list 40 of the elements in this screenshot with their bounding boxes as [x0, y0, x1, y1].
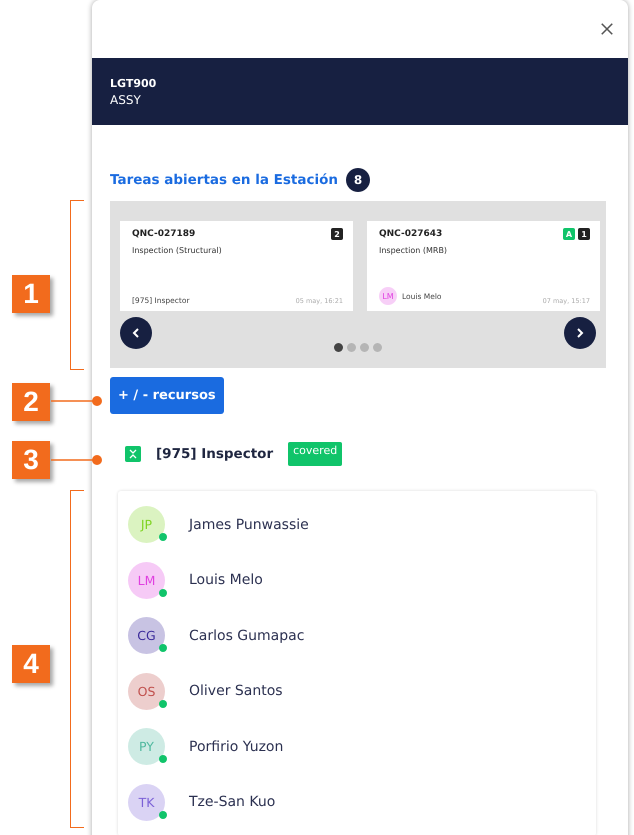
user-avatar: LM	[128, 562, 165, 599]
callout-number: 1	[12, 275, 50, 313]
callout-number: 3	[12, 441, 50, 479]
user-avatar: OS	[128, 672, 165, 710]
page-dot[interactable]	[360, 343, 369, 352]
task-title: Inspection (MRB)	[379, 246, 448, 255]
next-button[interactable]	[564, 317, 596, 349]
page-dot[interactable]	[334, 343, 343, 352]
person-name[interactable]: Porfirio Yuzon	[189, 738, 284, 755]
page-dot[interactable]	[347, 343, 356, 352]
user-avatar: TK	[128, 784, 165, 821]
task-id: QNC-027643	[379, 229, 442, 239]
person-name[interactable]: Tze-San Kuo	[189, 794, 276, 810]
aircraft-code: LGT900	[110, 76, 158, 90]
user-avatar: JP	[128, 506, 165, 544]
page-dot[interactable]	[373, 343, 382, 352]
previous-button[interactable]	[120, 317, 152, 349]
count-badge: 8	[346, 168, 370, 192]
role-name: [975] Inspector	[156, 446, 274, 462]
count-tag: 2	[331, 228, 343, 240]
user-avatar: PY	[128, 728, 165, 766]
close-icon[interactable]	[600, 22, 614, 36]
callout-number: 2	[12, 383, 50, 421]
section-title: Tareas abiertas en la Estación	[110, 172, 338, 188]
leader-line	[51, 395, 103, 407]
count-tag: 1	[578, 228, 590, 240]
person-name[interactable]: James Punwassie	[189, 516, 309, 533]
station-name: ASSY	[110, 92, 142, 106]
person-name[interactable]: Oliver Santos	[189, 683, 283, 700]
person-name[interactable]: Carlos Gumapac	[189, 628, 304, 644]
user-avatar: LM	[379, 287, 397, 305]
user-avatar: CG	[128, 617, 165, 654]
resources-button[interactable]: + / - recursos	[110, 377, 224, 414]
person-name[interactable]: Louis Melo	[189, 572, 263, 588]
callout-number: 4	[12, 645, 50, 683]
status-tag: covered	[288, 442, 342, 466]
task-title: Inspection (Structural)	[132, 246, 223, 255]
leader-line	[51, 454, 103, 466]
task-id: QNC-027189	[132, 229, 196, 239]
status-tag: A	[563, 228, 575, 240]
